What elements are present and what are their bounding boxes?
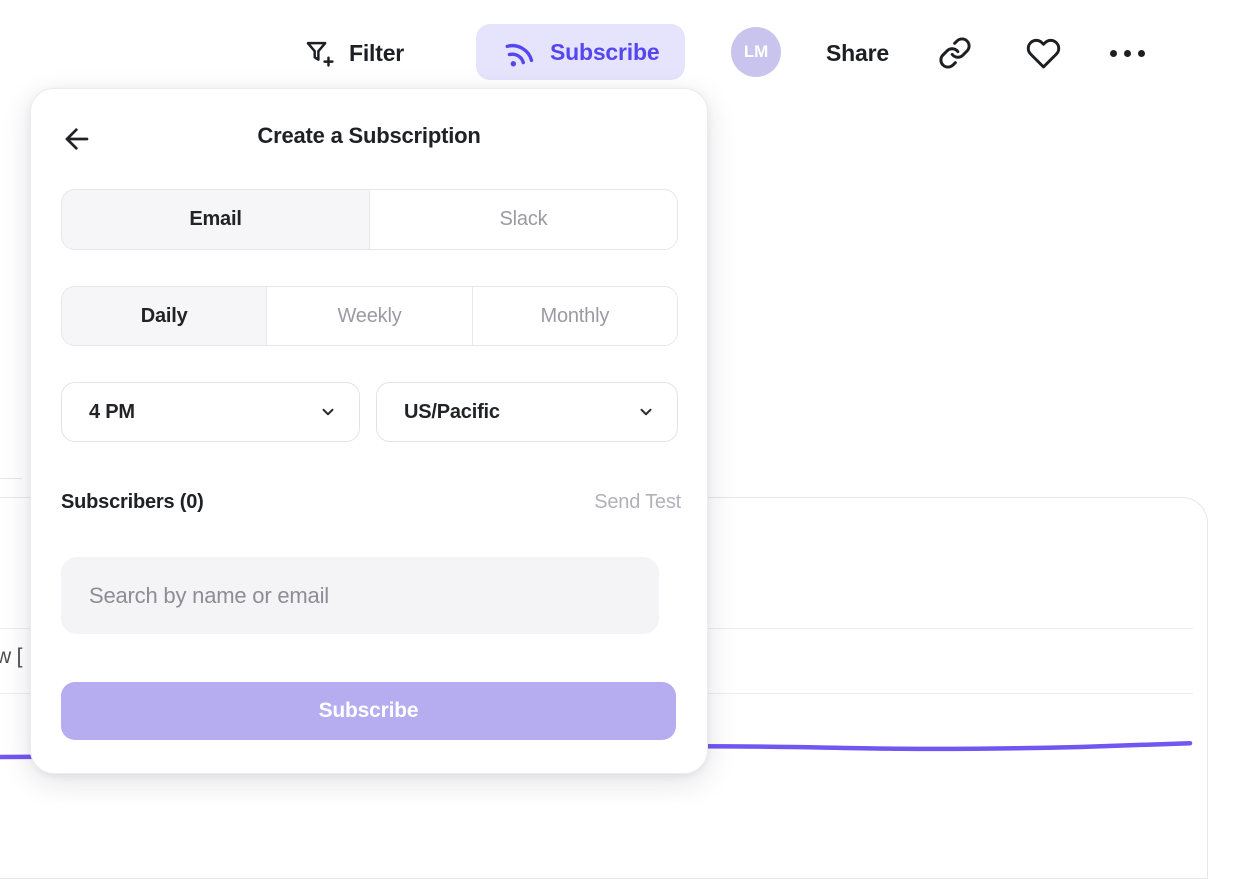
send-test-button[interactable]: Send Test (594, 491, 681, 514)
timezone-select-value: US/Pacific (404, 401, 500, 424)
tab-monthly-label: Monthly (541, 305, 610, 328)
avatar-initials: LM (744, 42, 768, 62)
frequency-tab-group: Daily Weekly Monthly (61, 286, 678, 346)
subscribe-label: Subscribe (550, 39, 659, 66)
chevron-down-icon (637, 403, 655, 421)
share-button[interactable]: Share (826, 30, 889, 76)
avatar[interactable]: LM (731, 27, 781, 77)
subscriber-search-input[interactable] (61, 557, 659, 634)
background-partial-text: w [ (0, 645, 22, 669)
copy-link-button[interactable] (938, 36, 972, 70)
heart-icon (1026, 36, 1061, 71)
time-select[interactable]: 4 PM (61, 382, 360, 442)
tab-email[interactable]: Email (62, 190, 369, 249)
tab-monthly[interactable]: Monthly (472, 287, 677, 345)
more-menu-button[interactable] (1110, 50, 1145, 57)
tab-slack[interactable]: Slack (369, 190, 677, 249)
filter-button[interactable]: Filter (303, 30, 404, 76)
tab-daily-label: Daily (141, 305, 188, 328)
link-icon (938, 36, 972, 70)
ellipsis-icon (1110, 50, 1145, 57)
tab-email-label: Email (189, 208, 241, 231)
filter-label: Filter (349, 40, 404, 67)
subscribe-toolbar-button[interactable]: Subscribe (476, 24, 685, 80)
modal-title: Create a Subscription (31, 123, 707, 149)
tab-weekly-label: Weekly (337, 305, 401, 328)
tab-slack-label: Slack (500, 208, 548, 231)
timezone-select[interactable]: US/Pacific (376, 382, 678, 442)
time-select-value: 4 PM (89, 401, 135, 424)
share-label: Share (826, 40, 889, 67)
chevron-down-icon (319, 403, 337, 421)
tab-daily[interactable]: Daily (62, 287, 266, 345)
subscribers-row: Subscribers (0) Send Test (61, 491, 681, 514)
tab-weekly[interactable]: Weekly (266, 287, 471, 345)
favorite-button[interactable] (1026, 36, 1061, 71)
funnel-plus-icon (303, 37, 335, 69)
subscribe-submit-button[interactable]: Subscribe (61, 682, 676, 740)
create-subscription-modal: Create a Subscription Email Slack Daily … (30, 88, 708, 774)
subscribers-count-label: Subscribers (0) (61, 491, 204, 514)
background-divider-fragment (0, 478, 22, 479)
rss-icon (498, 31, 540, 73)
channel-tab-group: Email Slack (61, 189, 678, 250)
